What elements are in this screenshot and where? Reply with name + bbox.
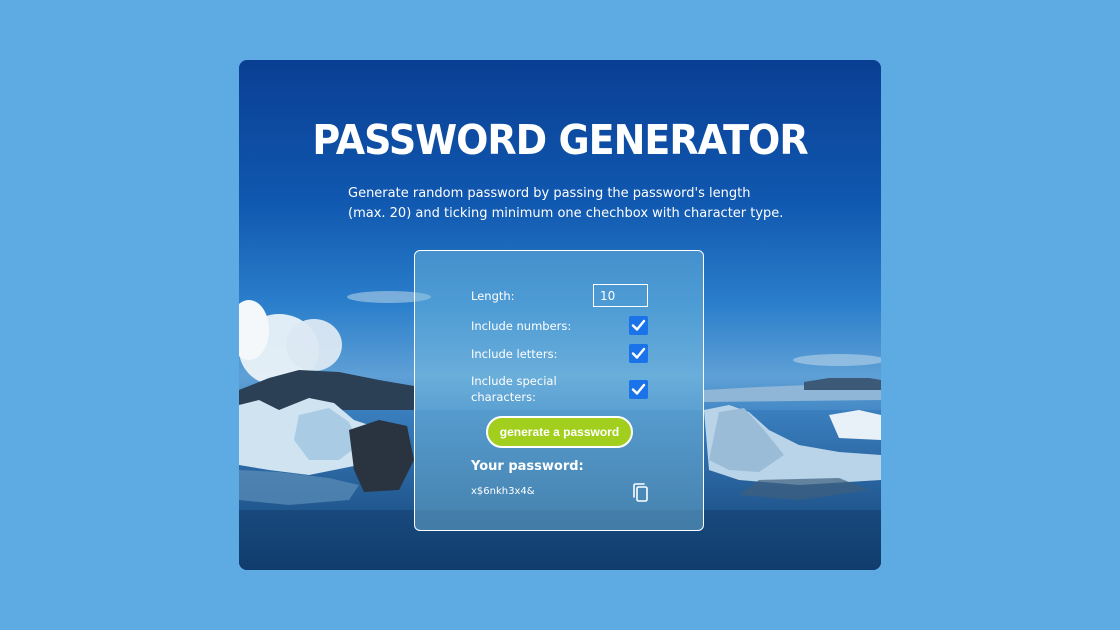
generator-form-panel: Length: Include numbers: Include letters… — [414, 250, 704, 531]
include-special-checkbox[interactable] — [629, 380, 648, 399]
checkmark-icon — [631, 347, 646, 359]
generator-card: PASSWORD GENERATOR Generate random passw… — [239, 60, 881, 570]
generate-password-button[interactable]: generate a password — [486, 416, 633, 448]
page-title: PASSWORD GENERATOR — [312, 116, 808, 164]
include-letters-checkbox[interactable] — [629, 344, 648, 363]
your-password-heading: Your password: — [471, 459, 584, 474]
generated-password: x$6nkh3x4& — [471, 486, 535, 497]
checkmark-icon — [631, 383, 646, 395]
include-numbers-checkbox[interactable] — [629, 316, 648, 335]
checkmark-icon — [631, 319, 646, 331]
include-numbers-label: Include numbers: — [471, 319, 572, 333]
length-input[interactable] — [593, 284, 648, 307]
include-special-label: Include special characters: — [471, 374, 557, 404]
page-description: Generate random password by passing the … — [348, 186, 784, 221]
copy-icon[interactable] — [631, 482, 651, 504]
include-letters-label: Include letters: — [471, 347, 558, 361]
